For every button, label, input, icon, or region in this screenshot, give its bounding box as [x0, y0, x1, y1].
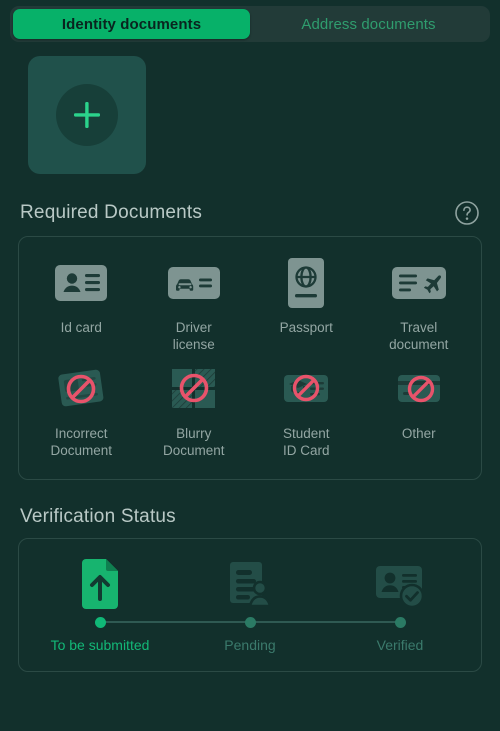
student-id-card-icon [284, 374, 329, 402]
document-upload-screen: Identity documents Address documents Req… [0, 6, 500, 731]
step-verified[interactable]: Verified [325, 555, 475, 653]
help-circle-icon[interactable] [454, 200, 480, 226]
document-item-driver-license[interactable]: Driver license [138, 255, 251, 353]
step-label-to-be-submitted: To be submitted [50, 637, 150, 653]
document-type-tabs: Identity documents Address documents [10, 6, 490, 42]
verification-stepper: To be submitted Pending Verified [19, 555, 481, 653]
upload-file-icon [82, 559, 118, 609]
page-title-verification-status: Verification Status [20, 506, 176, 527]
document-item-label: Blurry Document [162, 426, 225, 458]
required-documents-header: Required Documents [20, 200, 480, 226]
required-documents-card: Id card Driver license Passport Travel d… [18, 236, 482, 480]
document-item-label: Travel document [389, 320, 449, 352]
tab-address-documents[interactable]: Address documents [250, 9, 487, 39]
document-type-grid: Id card Driver license Passport Travel d… [19, 237, 481, 479]
document-item-student-id-card[interactable]: Student ID Card [250, 361, 363, 459]
plus-icon [74, 102, 100, 128]
page-title-required-documents: Required Documents [20, 202, 203, 223]
step-dot-pending [244, 616, 256, 628]
add-document-tile[interactable] [28, 56, 146, 174]
passport-icon [288, 258, 325, 308]
step-pending[interactable]: Pending [175, 555, 400, 653]
step-label-verified: Verified [376, 637, 424, 653]
document-item-passport[interactable]: Passport [250, 255, 363, 353]
tab-identity-documents[interactable]: Identity documents [13, 9, 250, 39]
document-item-label: Other [401, 426, 436, 441]
incorrect-document-icon [58, 369, 104, 407]
document-item-blurry-document[interactable]: Blurry Document [138, 361, 251, 459]
document-item-label: Student ID Card [282, 426, 330, 458]
verification-status-header: Verification Status [20, 506, 480, 528]
tab-address-documents-label: Address documents [301, 15, 436, 33]
step-to-be-submitted[interactable]: To be submitted [25, 555, 250, 653]
step-dot-verified [394, 616, 406, 628]
document-item-other[interactable]: Other [363, 361, 476, 459]
document-item-label: Driver license [172, 320, 215, 352]
verified-id-icon [376, 566, 425, 609]
document-item-label: Id card [60, 320, 102, 335]
id-card-icon [55, 265, 108, 301]
add-document-circle [56, 84, 118, 146]
tab-identity-documents-label: Identity documents [61, 15, 202, 33]
step-dot-to-be-submitted [94, 616, 106, 628]
document-item-incorrect-document[interactable]: Incorrect Document [25, 361, 138, 459]
blurry-document-icon [171, 369, 215, 408]
document-item-label: Passport [279, 320, 333, 335]
document-item-travel-document[interactable]: Travel document [363, 255, 476, 353]
travel-document-icon [391, 267, 446, 299]
step-label-pending: Pending [224, 637, 276, 653]
document-review-icon [230, 562, 272, 608]
driver-license-icon [167, 267, 220, 299]
document-item-id-card[interactable]: Id card [25, 255, 138, 353]
upload-tile-row [0, 42, 500, 174]
verification-status-card: To be submitted Pending Verified [18, 538, 482, 672]
document-item-label: Incorrect Document [50, 426, 113, 458]
other-document-icon [397, 375, 440, 403]
